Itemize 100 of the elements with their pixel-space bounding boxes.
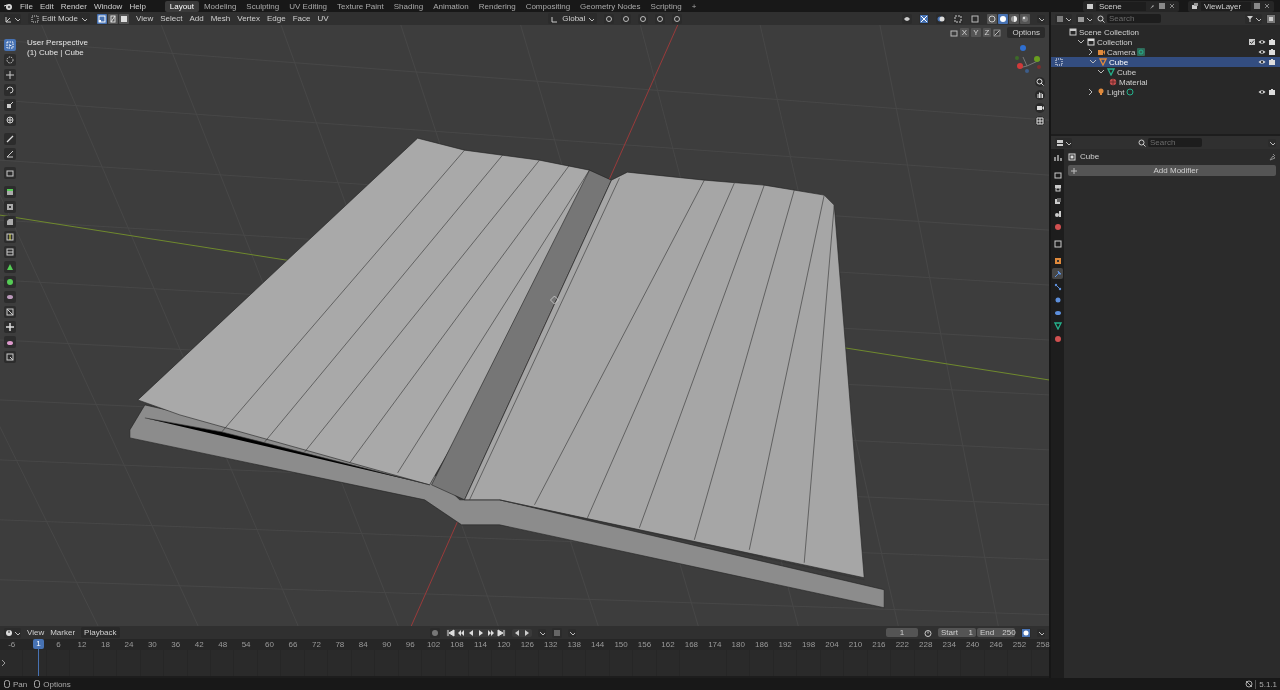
workspace-tab[interactable]: Texture Paint	[332, 0, 389, 12]
menu-item[interactable]: Add	[189, 14, 204, 23]
outliner-row[interactable]: Scene Collection	[1051, 27, 1280, 37]
frame-number: 120	[496, 640, 512, 649]
menu-item[interactable]: Edit	[39, 1, 54, 11]
frame-number: 186	[754, 640, 770, 649]
workspace-tab[interactable]: Shading	[388, 0, 429, 12]
frame-number: 60	[264, 640, 275, 649]
frame-number: 36	[170, 640, 182, 649]
outliner-row[interactable]: Camera	[1051, 47, 1280, 57]
menu-item[interactable]: File	[20, 1, 33, 11]
frame-number: 216	[871, 640, 887, 649]
mode-dropdown[interactable]: Edit Mode	[28, 13, 91, 24]
frame-number: 126	[519, 640, 535, 649]
object-info: (1) Cube | Cube	[27, 48, 85, 57]
item-label: Scene Collection	[1079, 27, 1140, 37]
view-layer-field[interactable]: ViewLayer	[1201, 1, 1251, 11]
frame-number: 114	[473, 640, 488, 649]
outliner-row[interactable]: Material	[1051, 77, 1280, 87]
frame-number: 108	[449, 640, 465, 649]
item-label: Light	[1107, 87, 1125, 97]
frame-number: 12	[76, 640, 88, 649]
frame-number: 156	[636, 640, 653, 649]
add-modifier-button[interactable]: Add Modifier	[1068, 165, 1276, 176]
outliner-row[interactable]: Cube	[1051, 57, 1280, 67]
menu-item[interactable]: Marker	[50, 628, 76, 637]
frame-number: 78	[334, 640, 346, 649]
frame-number: 24	[123, 640, 135, 649]
menu-item[interactable]: Edge	[266, 14, 286, 23]
frame-number: 228	[918, 640, 934, 649]
mirror-axis-toggle[interactable]: X	[959, 28, 970, 37]
frame-number: 246	[988, 640, 1004, 649]
mode-label: Edit Mode	[42, 14, 79, 23]
workspace-tab[interactable]: Layout	[164, 0, 199, 12]
orientation-label: Global	[562, 14, 586, 23]
menu-item[interactable]: Window	[93, 1, 123, 11]
playback-dropdown[interactable]: Playback	[81, 627, 120, 638]
frame-number: 180	[730, 640, 746, 649]
workspace-tab[interactable]: Scripting	[645, 0, 687, 12]
frame-number: 90	[381, 640, 393, 649]
frame-number: 258	[1035, 640, 1051, 649]
playhead[interactable]: 1	[33, 639, 44, 676]
mirror-axis-toggle[interactable]: Z	[982, 28, 992, 37]
version-label: 5.1.1	[1255, 679, 1277, 689]
add-workspace-button[interactable]: +	[686, 0, 702, 12]
options-dropdown[interactable]: Options	[1007, 27, 1045, 38]
end-frame-field[interactable]: End 250	[977, 628, 1015, 637]
menu-item[interactable]: Vertex	[237, 14, 260, 23]
menu-item[interactable]: Select	[160, 14, 183, 23]
frame-number: 204	[824, 640, 840, 649]
mirror-axis-toggle[interactable]: Y	[971, 28, 981, 37]
frame-number: 144	[589, 640, 606, 649]
workspace-tab[interactable]: UV Editing	[284, 0, 333, 12]
search-field[interactable]: Search	[1148, 138, 1202, 147]
frame-number: 192	[777, 640, 793, 649]
frame-number: 162	[660, 640, 676, 649]
frame-number: 30	[146, 640, 158, 649]
outliner-row[interactable]: Light	[1051, 87, 1280, 97]
workspace-tab[interactable]: Compositing	[520, 0, 576, 12]
item-label: Collection	[1097, 37, 1133, 47]
menu-item[interactable]: Mesh	[210, 14, 231, 23]
frame-number: 240	[964, 640, 981, 649]
frame-number: 84	[357, 640, 369, 649]
menu-item[interactable]: Help	[129, 1, 146, 11]
workspace-tab[interactable]: Geometry Nodes	[575, 0, 646, 12]
menu-item[interactable]: View	[136, 14, 154, 23]
frame-number: 132	[543, 640, 559, 649]
frame-number: 252	[1011, 640, 1028, 649]
menu-item[interactable]: Render	[60, 1, 87, 11]
frame-number: 96	[404, 640, 416, 649]
menu-item[interactable]: View	[27, 628, 45, 637]
item-label: Cube	[1109, 57, 1129, 67]
frame-number: 102	[425, 640, 442, 649]
hint-label: Pan	[13, 679, 28, 689]
frame-number: 210	[847, 640, 864, 649]
workspace-tab[interactable]: Modeling	[198, 0, 242, 12]
frame-number: 198	[800, 640, 817, 649]
hint-label: Options	[43, 679, 71, 689]
workspace-tab[interactable]: Rendering	[473, 0, 521, 12]
current-frame-field[interactable]: 1	[886, 628, 918, 637]
workspace-tab[interactable]: Sculpting	[241, 0, 285, 12]
frame-number: 66	[287, 640, 299, 649]
scene-field[interactable]: Scene	[1096, 1, 1146, 11]
frame-number: 234	[941, 640, 957, 649]
outliner-row[interactable]: Collection	[1051, 37, 1280, 47]
search-field[interactable]: Search	[1107, 14, 1161, 23]
menu-item[interactable]: UV	[317, 14, 329, 23]
start-frame-field[interactable]: Start 1	[938, 628, 976, 637]
view-name: User Perspective	[27, 38, 88, 47]
orientation-dropdown[interactable]: Global	[548, 13, 598, 24]
item-label: Material	[1119, 77, 1148, 87]
menu-item[interactable]: Face	[292, 14, 311, 23]
frame-number: 222	[894, 640, 910, 649]
frame-number: 72	[310, 640, 322, 649]
frame-number: 6	[55, 640, 62, 649]
frame-number: 48	[217, 640, 229, 649]
outliner-row[interactable]: Cube	[1051, 67, 1280, 77]
frame-number: 42	[193, 640, 205, 649]
frame-number: 174	[707, 640, 723, 649]
workspace-tab[interactable]: Animation	[428, 0, 474, 12]
